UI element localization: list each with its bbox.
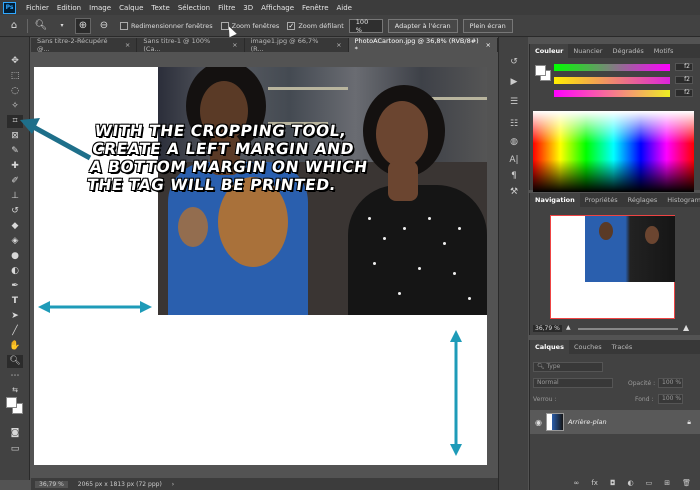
learn-icon[interactable]: ◍ xyxy=(508,137,520,149)
layer-filter-select[interactable]: 🔍︎ Type xyxy=(533,362,603,372)
character-icon[interactable]: A| xyxy=(508,155,520,167)
nav-zoom-field[interactable]: 36,79 % xyxy=(533,325,562,332)
trash-icon[interactable]: 🗑︎ xyxy=(682,479,691,487)
adjustment-layer-icon[interactable]: ◐ xyxy=(628,479,634,487)
group-icon[interactable]: ▭ xyxy=(646,479,653,487)
mask-icon[interactable]: ◘ xyxy=(610,479,616,487)
layer-filter-label: Type xyxy=(546,363,561,370)
color-slider[interactable] xyxy=(554,64,670,71)
tab-gradients[interactable]: Dégradés xyxy=(607,44,648,58)
tool-presets-icon[interactable]: ⚒ xyxy=(508,187,520,199)
fill-field[interactable]: 100 % xyxy=(658,394,683,404)
left-margin-arrow xyxy=(38,301,152,313)
tab-paths[interactable]: Tracés xyxy=(607,340,638,354)
status-doc-size: 2065 px x 1813 px (72 ppp) xyxy=(77,480,162,488)
layer-row-background[interactable]: ◉ Arrière-plan 🔒︎ xyxy=(530,410,700,434)
panel-dock-strip: ↺ ▶ ☰ ☷ ◍ A| ¶ ⚒ xyxy=(498,37,528,490)
foreground-color-swatch[interactable] xyxy=(535,65,546,76)
tab-histogram[interactable]: Histogramm xyxy=(662,193,700,207)
color-spectrum[interactable] xyxy=(533,111,694,192)
lock-icon: 🔒︎ xyxy=(687,417,691,426)
tab-properties[interactable]: Propriétés xyxy=(580,193,623,207)
paragraph-icon[interactable]: ¶ xyxy=(508,171,520,183)
bottom-margin-arrow xyxy=(450,330,462,456)
status-zoom[interactable]: 36,79 % xyxy=(35,480,68,488)
slider-value[interactable]: f2 xyxy=(675,76,693,84)
tab-patterns[interactable]: Motifs xyxy=(649,44,679,58)
nav-zoom-slider[interactable] xyxy=(578,328,678,330)
navigation-panel-tabs: Navigation Propriétés Réglages Histogram… xyxy=(530,193,700,207)
color-slider[interactable] xyxy=(554,77,670,84)
layer-thumbnail xyxy=(545,413,564,431)
fill-label: Fond : xyxy=(635,396,654,403)
actions-icon[interactable]: ▶ xyxy=(508,77,520,89)
color-panel: Couleur Nuancier Dégradés Motifs f2 f2 f… xyxy=(529,44,700,192)
color-panel-tabs: Couleur Nuancier Dégradés Motifs xyxy=(530,44,700,58)
arrow-to-crop-tool xyxy=(20,118,92,161)
tab-channels[interactable]: Couches xyxy=(569,340,607,354)
tab-swatches[interactable]: Nuancier xyxy=(568,44,607,58)
lock-label: Verrou : xyxy=(533,396,557,403)
layers-footer: ∞ fx ◘ ◐ ▭ ⊞ 🗑︎ xyxy=(530,475,700,490)
foreground-color-swatch[interactable] xyxy=(6,397,17,408)
navigator-preview[interactable] xyxy=(550,215,675,319)
libraries-icon[interactable]: ☷ xyxy=(508,119,520,131)
tab-color[interactable]: Couleur xyxy=(530,44,569,58)
opacity-label: Opacité : xyxy=(628,380,656,387)
chevron-right-icon[interactable]: › xyxy=(172,481,174,488)
face xyxy=(599,222,613,240)
slider-value[interactable]: f2 xyxy=(675,63,693,71)
zoom-in-mountain-icon[interactable]: ▲ xyxy=(683,323,689,332)
tab-navigator[interactable]: Navigation xyxy=(530,193,580,207)
tab-layers[interactable]: Calques xyxy=(530,340,569,354)
eye-icon[interactable]: ◉ xyxy=(535,418,542,427)
navigation-panel: Navigation Propriétés Réglages Histogram… xyxy=(529,193,700,335)
adjustments-icon[interactable]: ☰ xyxy=(508,97,520,109)
layers-panel: Calques Couches Tracés 🔍︎ Type Normal Op… xyxy=(529,340,700,490)
opacity-field[interactable]: 100 % xyxy=(658,378,683,388)
history-icon[interactable]: ↺ xyxy=(508,57,520,69)
status-bar: 36,79 % 2065 px x 1813 px (72 ppp) › xyxy=(31,478,498,490)
zoom-out-mountain-icon[interactable]: ▲ xyxy=(566,324,571,331)
fx-icon[interactable]: fx xyxy=(591,479,598,487)
layer-name[interactable]: Arrière-plan xyxy=(568,418,607,426)
face xyxy=(645,226,659,244)
blend-mode-select[interactable]: Normal xyxy=(533,378,613,388)
slider-value[interactable]: f2 xyxy=(675,89,693,97)
color-slider[interactable] xyxy=(554,90,670,97)
layers-panel-tabs: Calques Couches Tracés xyxy=(530,340,700,354)
link-icon[interactable]: ∞ xyxy=(574,479,580,487)
tab-adjustments[interactable]: Réglages xyxy=(623,193,663,207)
navigator-thumbnail xyxy=(585,216,675,282)
new-layer-icon[interactable]: ⊞ xyxy=(664,479,670,487)
